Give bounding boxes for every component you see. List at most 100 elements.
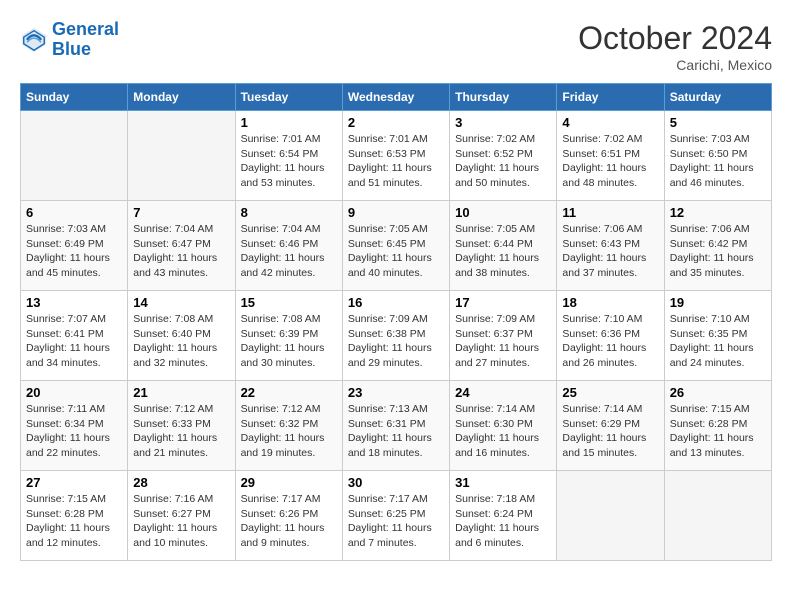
day-info: Sunrise: 7:11 AM Sunset: 6:34 PM Dayligh… — [26, 402, 122, 461]
day-number: 27 — [26, 475, 122, 490]
calendar-week-3: 13Sunrise: 7:07 AM Sunset: 6:41 PM Dayli… — [21, 291, 772, 381]
day-info: Sunrise: 7:02 AM Sunset: 6:51 PM Dayligh… — [562, 132, 658, 191]
calendar-cell: 6 Sunrise: 7:03 AM Sunset: 6:49 PM Daylig… — [21, 201, 128, 291]
calendar-cell — [557, 471, 664, 561]
day-info: Sunrise: 7:14 AM Sunset: 6:30 PM Dayligh… — [455, 402, 551, 461]
day-number: 23 — [348, 385, 444, 400]
day-number: 22 — [241, 385, 337, 400]
calendar-cell: 24 Sunrise: 7:14 AM Sunset: 6:30 PM Dayli… — [450, 381, 557, 471]
day-number: 18 — [562, 295, 658, 310]
logo-text: General Blue — [52, 20, 119, 60]
day-info: Sunrise: 7:05 AM Sunset: 6:45 PM Dayligh… — [348, 222, 444, 281]
day-number: 15 — [241, 295, 337, 310]
day-info: Sunrise: 7:10 AM Sunset: 6:35 PM Dayligh… — [670, 312, 766, 371]
day-number: 9 — [348, 205, 444, 220]
day-info: Sunrise: 7:07 AM Sunset: 6:41 PM Dayligh… — [26, 312, 122, 371]
calendar-cell: 22 Sunrise: 7:12 AM Sunset: 6:32 PM Dayli… — [235, 381, 342, 471]
day-number: 24 — [455, 385, 551, 400]
calendar-cell — [21, 111, 128, 201]
day-number: 14 — [133, 295, 229, 310]
weekday-header-monday: Monday — [128, 84, 235, 111]
day-number: 1 — [241, 115, 337, 130]
day-info: Sunrise: 7:04 AM Sunset: 6:47 PM Dayligh… — [133, 222, 229, 281]
weekday-header-saturday: Saturday — [664, 84, 771, 111]
day-info: Sunrise: 7:09 AM Sunset: 6:37 PM Dayligh… — [455, 312, 551, 371]
day-info: Sunrise: 7:10 AM Sunset: 6:36 PM Dayligh… — [562, 312, 658, 371]
month-title: October 2024 — [578, 20, 772, 57]
day-info: Sunrise: 7:15 AM Sunset: 6:28 PM Dayligh… — [670, 402, 766, 461]
calendar-cell: 1 Sunrise: 7:01 AM Sunset: 6:54 PM Daylig… — [235, 111, 342, 201]
day-info: Sunrise: 7:13 AM Sunset: 6:31 PM Dayligh… — [348, 402, 444, 461]
calendar-cell: 15 Sunrise: 7:08 AM Sunset: 6:39 PM Dayli… — [235, 291, 342, 381]
day-info: Sunrise: 7:03 AM Sunset: 6:50 PM Dayligh… — [670, 132, 766, 191]
day-number: 17 — [455, 295, 551, 310]
calendar-cell: 4 Sunrise: 7:02 AM Sunset: 6:51 PM Daylig… — [557, 111, 664, 201]
calendar-cell: 11Sunrise: 7:06 AM Sunset: 6:43 PM Dayli… — [557, 201, 664, 291]
day-number: 8 — [241, 205, 337, 220]
day-number: 25 — [562, 385, 658, 400]
day-info: Sunrise: 7:18 AM Sunset: 6:24 PM Dayligh… — [455, 492, 551, 551]
calendar-cell: 20 Sunrise: 7:11 AM Sunset: 6:34 PM Dayli… — [21, 381, 128, 471]
calendar-cell: 23 Sunrise: 7:13 AM Sunset: 6:31 PM Dayli… — [342, 381, 449, 471]
calendar-cell: 27 Sunrise: 7:15 AM Sunset: 6:28 PM Dayli… — [21, 471, 128, 561]
day-number: 31 — [455, 475, 551, 490]
day-number: 20 — [26, 385, 122, 400]
calendar-cell: 21Sunrise: 7:12 AM Sunset: 6:33 PM Dayli… — [128, 381, 235, 471]
day-info: Sunrise: 7:17 AM Sunset: 6:26 PM Dayligh… — [241, 492, 337, 551]
logo-icon — [20, 26, 48, 54]
weekday-header-sunday: Sunday — [21, 84, 128, 111]
day-number: 12 — [670, 205, 766, 220]
day-info: Sunrise: 7:08 AM Sunset: 6:39 PM Dayligh… — [241, 312, 337, 371]
day-number: 19 — [670, 295, 766, 310]
calendar-table: SundayMondayTuesdayWednesdayThursdayFrid… — [20, 83, 772, 561]
day-info: Sunrise: 7:09 AM Sunset: 6:38 PM Dayligh… — [348, 312, 444, 371]
day-number: 7 — [133, 205, 229, 220]
calendar-cell: 29 Sunrise: 7:17 AM Sunset: 6:26 PM Dayli… — [235, 471, 342, 561]
calendar-cell: 19 Sunrise: 7:10 AM Sunset: 6:35 PM Dayli… — [664, 291, 771, 381]
day-number: 11 — [562, 205, 658, 220]
calendar-cell: 2 Sunrise: 7:01 AM Sunset: 6:53 PM Daylig… — [342, 111, 449, 201]
calendar-cell: 7 Sunrise: 7:04 AM Sunset: 6:47 PM Daylig… — [128, 201, 235, 291]
calendar-cell: 16 Sunrise: 7:09 AM Sunset: 6:38 PM Dayli… — [342, 291, 449, 381]
day-info: Sunrise: 7:03 AM Sunset: 6:49 PM Dayligh… — [26, 222, 122, 281]
calendar-cell: 25 Sunrise: 7:14 AM Sunset: 6:29 PM Dayli… — [557, 381, 664, 471]
day-number: 6 — [26, 205, 122, 220]
day-info: Sunrise: 7:12 AM Sunset: 6:33 PM Dayligh… — [133, 402, 229, 461]
calendar-cell: 26Sunrise: 7:15 AM Sunset: 6:28 PM Dayli… — [664, 381, 771, 471]
calendar-cell: 13Sunrise: 7:07 AM Sunset: 6:41 PM Dayli… — [21, 291, 128, 381]
day-number: 5 — [670, 115, 766, 130]
day-info: Sunrise: 7:14 AM Sunset: 6:29 PM Dayligh… — [562, 402, 658, 461]
calendar-cell: 12 Sunrise: 7:06 AM Sunset: 6:42 PM Dayli… — [664, 201, 771, 291]
location-subtitle: Carichi, Mexico — [578, 57, 772, 73]
day-info: Sunrise: 7:17 AM Sunset: 6:25 PM Dayligh… — [348, 492, 444, 551]
day-info: Sunrise: 7:08 AM Sunset: 6:40 PM Dayligh… — [133, 312, 229, 371]
day-info: Sunrise: 7:15 AM Sunset: 6:28 PM Dayligh… — [26, 492, 122, 551]
page-header: General Blue October 2024 Carichi, Mexic… — [20, 20, 772, 73]
calendar-week-2: 6 Sunrise: 7:03 AM Sunset: 6:49 PM Daylig… — [21, 201, 772, 291]
day-info: Sunrise: 7:04 AM Sunset: 6:46 PM Dayligh… — [241, 222, 337, 281]
calendar-cell — [128, 111, 235, 201]
day-number: 2 — [348, 115, 444, 130]
calendar-cell: 30 Sunrise: 7:17 AM Sunset: 6:25 PM Dayli… — [342, 471, 449, 561]
day-info: Sunrise: 7:05 AM Sunset: 6:44 PM Dayligh… — [455, 222, 551, 281]
calendar-cell: 14 Sunrise: 7:08 AM Sunset: 6:40 PM Dayli… — [128, 291, 235, 381]
calendar-cell: 18 Sunrise: 7:10 AM Sunset: 6:36 PM Dayli… — [557, 291, 664, 381]
calendar-cell: 8 Sunrise: 7:04 AM Sunset: 6:46 PM Daylig… — [235, 201, 342, 291]
weekday-header-tuesday: Tuesday — [235, 84, 342, 111]
day-info: Sunrise: 7:01 AM Sunset: 6:54 PM Dayligh… — [241, 132, 337, 191]
logo: General Blue — [20, 20, 119, 60]
calendar-week-5: 27 Sunrise: 7:15 AM Sunset: 6:28 PM Dayli… — [21, 471, 772, 561]
weekday-header-row: SundayMondayTuesdayWednesdayThursdayFrid… — [21, 84, 772, 111]
calendar-cell: 17 Sunrise: 7:09 AM Sunset: 6:37 PM Dayli… — [450, 291, 557, 381]
day-number: 16 — [348, 295, 444, 310]
day-number: 10 — [455, 205, 551, 220]
day-info: Sunrise: 7:01 AM Sunset: 6:53 PM Dayligh… — [348, 132, 444, 191]
day-number: 29 — [241, 475, 337, 490]
day-number: 30 — [348, 475, 444, 490]
calendar-week-1: 1 Sunrise: 7:01 AM Sunset: 6:54 PM Daylig… — [21, 111, 772, 201]
calendar-cell: 3Sunrise: 7:02 AM Sunset: 6:52 PM Daylig… — [450, 111, 557, 201]
calendar-cell: 9 Sunrise: 7:05 AM Sunset: 6:45 PM Daylig… — [342, 201, 449, 291]
day-info: Sunrise: 7:12 AM Sunset: 6:32 PM Dayligh… — [241, 402, 337, 461]
day-number: 4 — [562, 115, 658, 130]
day-info: Sunrise: 7:06 AM Sunset: 6:42 PM Dayligh… — [670, 222, 766, 281]
